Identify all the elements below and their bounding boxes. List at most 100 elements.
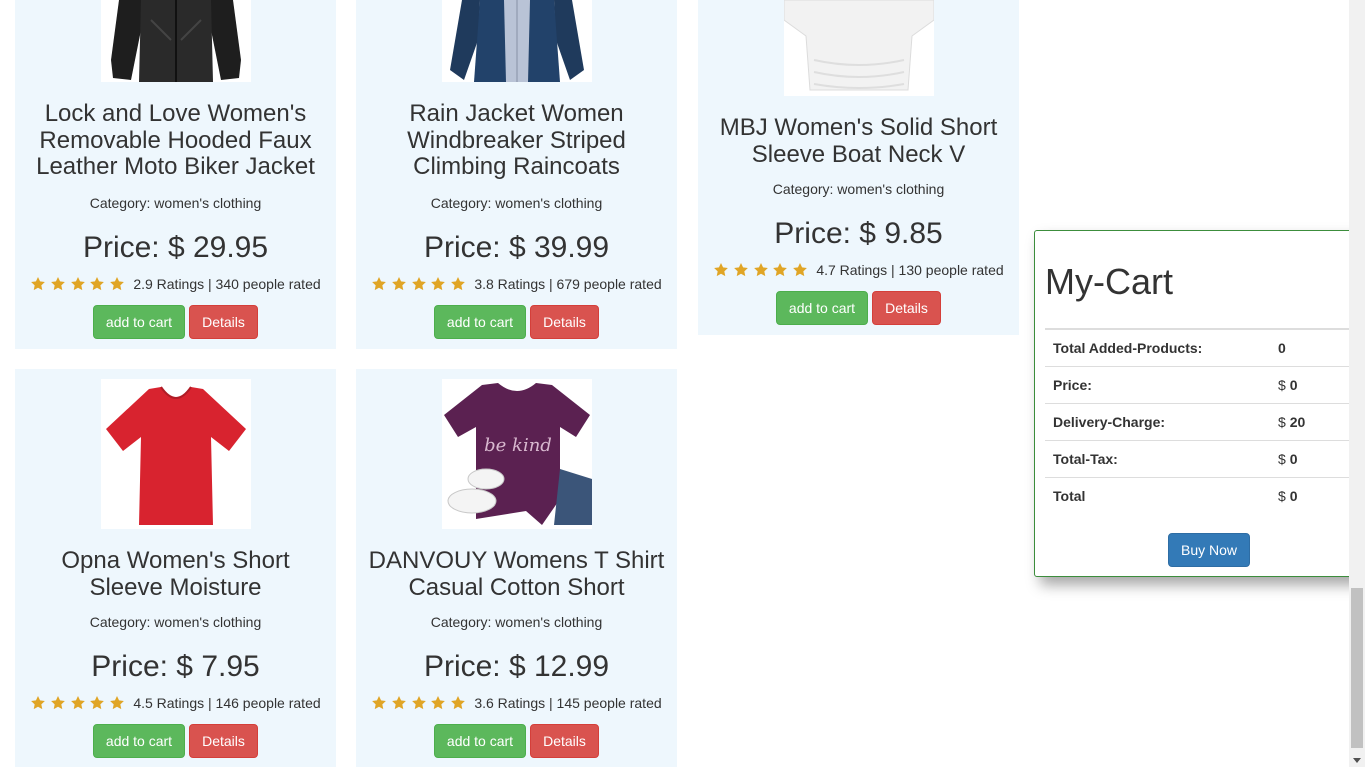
product-title: DANVOUY Womens T Shirt Casual Cotton Sho… [368, 547, 665, 601]
cart-value: 0 [1278, 340, 1286, 356]
cart-value: 0 [1289, 488, 1298, 504]
star-icon [90, 277, 104, 291]
star-icon [70, 696, 85, 710]
product-image [101, 379, 251, 529]
add-to-cart-button[interactable]: add to cart [93, 305, 185, 339]
rating-stars [371, 276, 469, 292]
product-price: Price: $ 12.99 [423, 650, 610, 683]
cart-row-value: $ 20 [1270, 403, 1355, 441]
star-icon [392, 277, 406, 291]
rating-text: 3.6 Ratings | 145 people rated [474, 695, 662, 711]
star-icon [450, 696, 465, 710]
product-rating: 2.9 Ratings | 340 people rated [15, 276, 336, 292]
product-title: Opna Women's Short Sleeve Moisture [61, 547, 290, 601]
star-icon [90, 696, 104, 710]
details-button[interactable]: Details [530, 305, 599, 339]
cart-title: My-Cart [1045, 261, 1173, 302]
cart-value: 0 [1289, 451, 1298, 467]
star-icon [51, 696, 65, 710]
rating-text: 3.8 Ratings | 679 people rated [474, 276, 662, 292]
cart-value: 20 [1289, 414, 1306, 430]
star-icon [372, 696, 387, 710]
details-button[interactable]: Details [872, 291, 941, 325]
product-actions: add to cart Details [15, 724, 336, 758]
product-actions: add to cart Details [15, 305, 336, 339]
product-rating: 3.6 Ratings | 145 people rated [356, 695, 677, 711]
cart-row-label: Total-Tax: [1045, 440, 1270, 478]
product-actions: add to cart Details [356, 724, 677, 758]
rating-stars [713, 262, 811, 278]
star-icon [411, 696, 426, 710]
product-title: Rain Jacket Women Windbreaker Striped Cl… [407, 100, 626, 180]
star-icon [431, 277, 445, 291]
product-image [101, 0, 251, 82]
product-image: be kind [442, 379, 592, 529]
cart-row-label: Delivery-Charge: [1045, 403, 1270, 441]
add-to-cart-button[interactable]: add to cart [434, 305, 526, 339]
cart-row: Delivery-Charge: $ 20 [1045, 403, 1355, 441]
rating-stars [371, 695, 469, 711]
product-card: MBJ Women's Solid Short Sleeve Boat Neck… [698, 0, 1019, 335]
cart-row-label: Total Added-Products: [1045, 328, 1270, 367]
cart-row-label: Total [1045, 477, 1270, 514]
star-icon [714, 263, 729, 277]
cart-row-value: $ 0 [1270, 477, 1355, 514]
rating-text: 4.7 Ratings | 130 people rated [816, 262, 1004, 278]
details-button[interactable]: Details [530, 724, 599, 758]
scroll-down-arrow-icon[interactable] [1353, 758, 1361, 763]
star-icon [392, 696, 406, 710]
product-price: Price: $ 29.95 [82, 231, 269, 264]
cart-row: Total-Tax: $ 0 [1045, 440, 1355, 478]
cart-row-value: $ 0 [1270, 440, 1355, 478]
product-image [784, 0, 934, 96]
star-icon [109, 696, 124, 710]
star-icon [372, 277, 387, 291]
cart-value: 0 [1289, 377, 1298, 393]
currency-symbol: $ [1278, 451, 1286, 467]
star-icon [31, 696, 46, 710]
product-rating: 4.7 Ratings | 130 people rated [698, 262, 1019, 278]
product-card: be kind DANVOUY Womens T Shirt Casual Co… [356, 369, 677, 767]
cart-row: Total Added-Products: 0 [1045, 328, 1355, 367]
star-icon [31, 277, 46, 291]
star-icon [411, 277, 426, 291]
scrollbar[interactable] [1349, 0, 1365, 767]
buy-now-button[interactable]: Buy Now [1168, 533, 1250, 567]
cart-row-value: $ 0 [1270, 366, 1355, 404]
add-to-cart-button[interactable]: add to cart [93, 724, 185, 758]
details-button[interactable]: Details [189, 305, 258, 339]
details-button[interactable]: Details [189, 724, 258, 758]
product-actions: add to cart Details [356, 305, 677, 339]
product-image [442, 0, 592, 82]
product-category: Category: women's clothing [430, 195, 603, 211]
product-actions: add to cart Details [698, 291, 1019, 325]
cart-row-value: 0 [1270, 328, 1355, 367]
cart-row-label: Price: [1045, 366, 1270, 404]
star-icon [773, 263, 787, 277]
product-price: Price: $ 9.85 [774, 217, 943, 250]
rating-stars [30, 695, 128, 711]
product-category: Category: women's clothing [89, 195, 262, 211]
cart-summary-table: Total Added-Products: 0 Price: $ 0 Deliv… [1045, 328, 1355, 514]
star-icon [450, 277, 465, 291]
star-icon [109, 277, 124, 291]
star-icon [734, 263, 748, 277]
star-icon [792, 263, 807, 277]
product-rating: 3.8 Ratings | 679 people rated [356, 276, 677, 292]
star-icon [431, 696, 445, 710]
product-title: MBJ Women's Solid Short Sleeve Boat Neck… [719, 114, 998, 168]
currency-symbol: $ [1278, 377, 1286, 393]
currency-symbol: $ [1278, 488, 1286, 504]
product-price: Price: $ 7.95 [91, 650, 260, 683]
add-to-cart-button[interactable]: add to cart [776, 291, 868, 325]
cart-panel: My-Cart Total Added-Products: 0 Price: $… [1034, 230, 1364, 577]
star-icon [753, 263, 768, 277]
product-rating: 4.5 Ratings | 146 people rated [15, 695, 336, 711]
product-title: Lock and Love Women's Removable Hooded F… [36, 100, 315, 180]
add-to-cart-button[interactable]: add to cart [434, 724, 526, 758]
rating-text: 4.5 Ratings | 146 people rated [133, 695, 321, 711]
star-icon [70, 277, 85, 291]
product-category: Category: women's clothing [89, 614, 262, 630]
product-card: Rain Jacket Women Windbreaker Striped Cl… [356, 0, 677, 349]
scrollbar-thumb[interactable] [1351, 588, 1363, 748]
